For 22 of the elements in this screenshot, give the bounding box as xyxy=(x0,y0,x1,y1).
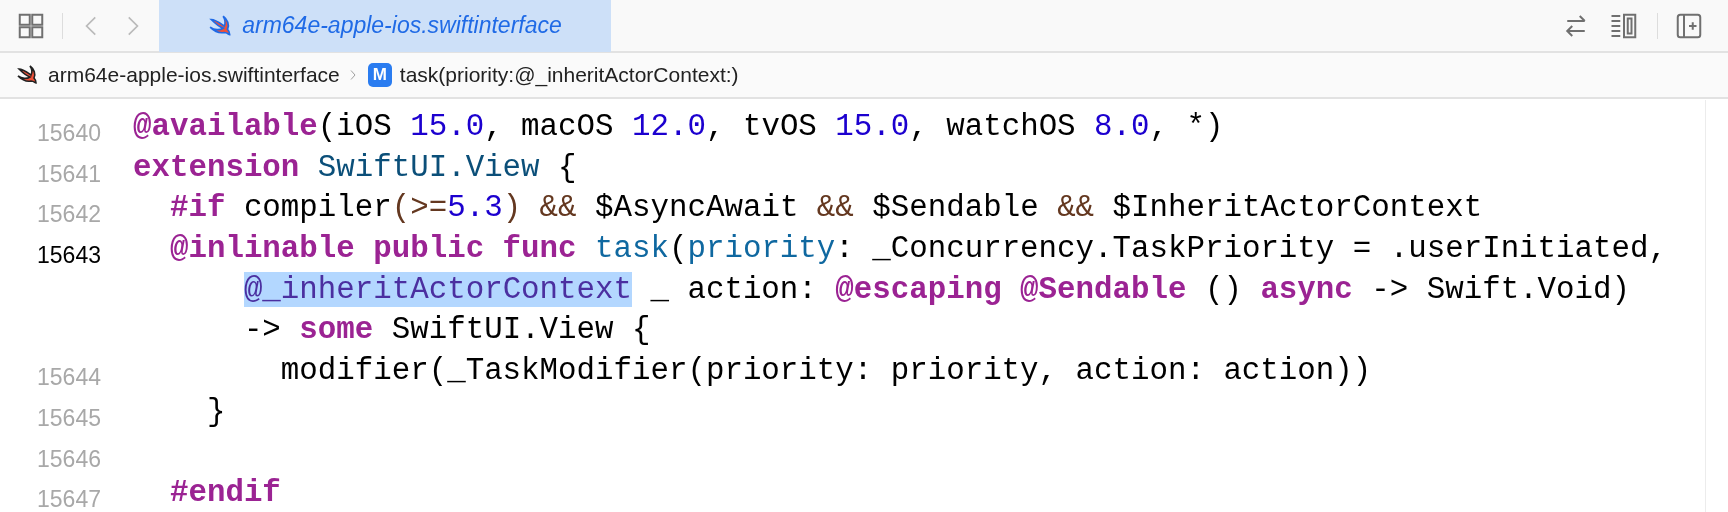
breadcrumb-item[interactable]: task(priority:@_inheritActorContext:) xyxy=(399,59,739,91)
breadcrumb-item[interactable]: arm64e-apple-ios.swiftinterface xyxy=(48,59,340,91)
swift-icon xyxy=(16,63,40,87)
line-number: 15642 xyxy=(36,200,101,230)
code-line: @available(iOS 15.0, macOS 12.0, tvOS 15.0, watchOS 8.0, *) xyxy=(133,108,1224,146)
line-number: 15643 xyxy=(36,241,101,270)
line-number: 15644 xyxy=(36,363,101,392)
code-line: @inlinable public func task(priority: _Concurrency.TaskPriority = .userInitiated, xyxy=(168,230,1667,269)
code-line: #if compiler(>=5.3) && $AsyncAwait && $Sendable && $InheritActorContext xyxy=(168,189,1483,228)
line-number: 15641 xyxy=(36,159,101,189)
line-number: 15647 xyxy=(36,485,101,512)
method-badge: M xyxy=(367,63,392,87)
code-line: @_inheritActorContext _ action: @escaping @Sendable () async -> Swift.Void) xyxy=(242,270,1630,309)
line-number: 15646 xyxy=(36,444,101,474)
code-line: -> some SwiftUI.View { xyxy=(242,311,651,350)
code-line: } xyxy=(205,392,226,431)
line-number: 15640 xyxy=(36,119,101,148)
code-line: extension SwiftUI.View { xyxy=(133,148,577,187)
code-line: modifier(_TaskModifier(priority: priority, action: action)) xyxy=(279,352,1372,391)
editor-tab[interactable]: arm64e-apple-ios.swiftinterface xyxy=(159,0,611,52)
code-line: #endif xyxy=(168,474,281,512)
line-number: 15645 xyxy=(36,403,101,433)
